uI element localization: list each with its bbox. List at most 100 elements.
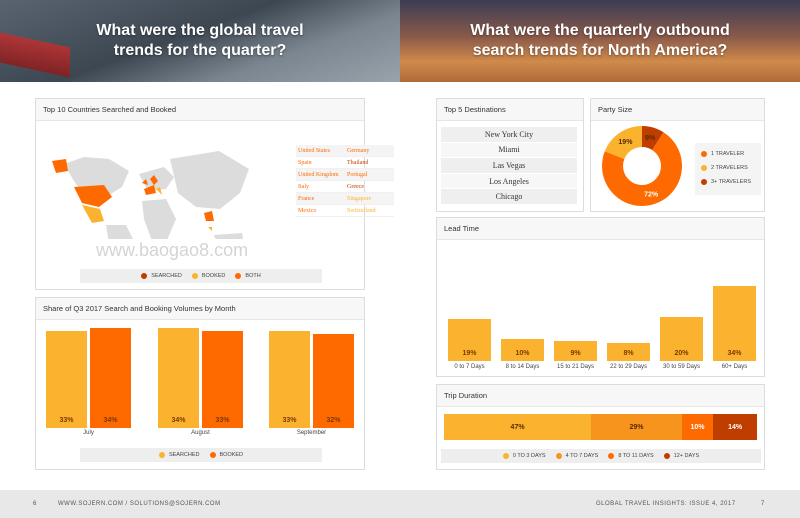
lead-time-bar: 9%: [554, 341, 597, 361]
country-list: United States Germany Spain Thailand Uni…: [296, 145, 394, 217]
footer-links[interactable]: WWW.SOJERN.COM / SOLUTIONS@SOJERN.COM: [58, 501, 221, 507]
legend-item-searched: SEARCHED: [158, 452, 200, 458]
party-size-card: Party Size 72% 19% 9% 1 TRAVELER 2 TRAVELE…: [590, 98, 765, 212]
legend-label: 8 TO 11 DAYS: [618, 453, 654, 459]
donut-slice-label: 9%: [645, 135, 656, 142]
legend-dot: [608, 453, 615, 459]
legend-item-3-plus-travelers: 3+ TRAVELERS: [695, 175, 761, 189]
watermark: www.baogao8.com: [96, 240, 249, 260]
destination-item: Chicago: [441, 189, 577, 205]
legend-dot: [701, 151, 707, 157]
legend-item-0-3: 0 TO 3 DAYS: [502, 453, 546, 459]
legend-dot: [663, 453, 670, 459]
bar-value-label: 8%: [623, 349, 634, 357]
country-name: Greece: [347, 183, 364, 190]
country-row: Italy Greece: [296, 181, 394, 193]
left-page-number: 6: [33, 501, 37, 507]
party-size-legend: 1 TRAVELER 2 TRAVELERS 3+ TRAVELERS: [695, 143, 761, 195]
top-countries-legend: SEARCHED BOOKED BOTH: [80, 269, 322, 283]
lead-time-bar: 19%: [448, 319, 491, 361]
legend-item-2-travelers: 2 TRAVELERS: [695, 161, 761, 175]
bar-value-label: 34%: [103, 417, 118, 424]
x-axis-label: 22 to 29 Days: [609, 364, 648, 370]
lead-time-bar: 34%: [713, 286, 756, 361]
x-axis-label: September: [296, 430, 327, 436]
country-row: Spain Thailand: [296, 157, 394, 169]
top-countries-card: Top 10 Countries Searched and Booked Uni…: [35, 98, 394, 290]
legend-item-4-7: 4 TO 7 DAYS: [555, 453, 599, 459]
party-size-donut: 72% 19% 9%: [602, 126, 682, 206]
x-axis-label: 60+ Days: [721, 364, 748, 370]
legend-label: 2 TRAVELERS: [711, 165, 748, 171]
legend-label: 12+ DAYS: [673, 453, 700, 459]
bar-september-searched: 33%: [269, 330, 310, 428]
legend-dot: [209, 452, 216, 458]
country-row: United States Germany: [296, 145, 394, 157]
share-chart-title: Share of Q3 2017 Search and Booking Volu…: [36, 298, 364, 320]
lead-time-bar: 8%: [607, 343, 650, 361]
x-axis-label: August: [191, 430, 210, 436]
destination-item: Las Vegas: [441, 158, 577, 174]
share-chart-plot: 33% 34% July 34% 33% August 33% 32% September: [36, 318, 366, 448]
legend-label: BOTH: [245, 273, 261, 279]
bar-value-label: 33%: [282, 416, 297, 424]
legend-dot: [701, 179, 707, 185]
legend-item-12-plus: 12+ DAYS: [663, 453, 700, 459]
bar-july-searched: 33%: [46, 330, 87, 428]
legend-label: 4 TO 7 DAYS: [565, 453, 599, 459]
x-axis-label: 0 to 7 Days: [454, 364, 485, 370]
bar-value-label: 34%: [727, 350, 742, 357]
x-axis-label: July: [83, 430, 94, 436]
country-name: Singapore: [347, 195, 372, 202]
country-row: France Singapore: [296, 193, 394, 205]
share-chart-legend: SEARCHED BOOKED: [80, 448, 322, 462]
right-page-number: 7: [761, 501, 765, 507]
bar-july-booked: 34%: [90, 328, 131, 428]
bar-august-searched: 34%: [158, 328, 199, 428]
destination-item: Los Angeles: [441, 173, 577, 190]
country-name: Italy: [298, 183, 309, 190]
x-axis-label: 30 to 59 Days: [662, 364, 701, 370]
top-destinations-card: Top 5 Destinations New York City Miami L…: [436, 98, 584, 212]
country-name: Mexico: [298, 207, 317, 214]
lead-time-bar: 20%: [660, 316, 703, 361]
legend-label: 3+ TRAVELERS: [711, 179, 751, 185]
bar-value-label: 33%: [59, 416, 74, 424]
legend-label: BOOKED: [201, 273, 226, 279]
legend-dot: [555, 453, 562, 459]
party-size-title: Party Size: [591, 99, 764, 121]
hero-right-title: What were the quarterly outbound search …: [470, 22, 730, 59]
legend-dot: [701, 165, 707, 171]
legend-dot: [158, 452, 165, 458]
world-map: [52, 151, 249, 239]
footer-publication-title: GLOBAL TRAVEL INSIGHTS: ISSUE 4, 2017: [596, 501, 736, 507]
country-row: Mexico Switzerland: [296, 205, 394, 217]
country-name: Spain: [298, 159, 312, 166]
train-image: [0, 32, 70, 78]
legend-item-searched: SEARCHED: [141, 273, 182, 279]
hero-left-title: What were the global travel trends for t…: [96, 22, 304, 59]
bar-value-label: 33%: [215, 416, 230, 424]
bar-september-booked: 32%: [313, 333, 354, 428]
lead-time-title: Lead Time: [437, 218, 764, 240]
country-name: France: [298, 195, 315, 202]
trip-duration-segment: 29%: [591, 414, 682, 440]
bar-august-booked: 33%: [202, 330, 243, 428]
trip-duration-legend: 0 TO 3 DAYS 4 TO 7 DAYS 8 TO 11 DAYS 12+…: [441, 449, 761, 463]
country-name: Thailand: [347, 159, 369, 166]
legend-item-both: BOTH: [235, 273, 261, 279]
hero-left-banner: What were the global travel trends for t…: [0, 0, 400, 82]
legend-item-1-traveler: 1 TRAVELER: [695, 147, 761, 161]
country-name: United States: [298, 147, 331, 154]
share-chart-card: Share of Q3 2017 Search and Booking Volu…: [35, 297, 365, 470]
country-name: Germany: [347, 147, 370, 154]
x-axis-label: 8 to 14 Days: [505, 364, 540, 370]
legend-item-8-11: 8 TO 11 DAYS: [608, 453, 654, 459]
lead-time-plot: 19% 0 to 7 Days 10% 8 to 14 Days 9% 15 to 21 …: [437, 238, 766, 376]
destination-item: New York City: [441, 127, 577, 143]
donut-slice-label: 19%: [618, 139, 633, 146]
trip-duration-segment: 47%: [444, 414, 592, 440]
legend-item-booked: BOOKED: [191, 273, 226, 279]
page-footer: 6 WWW.SOJERN.COM / SOLUTIONS@SOJERN.COM …: [0, 490, 800, 518]
hero-right-banner: What were the quarterly outbound search …: [400, 0, 800, 82]
